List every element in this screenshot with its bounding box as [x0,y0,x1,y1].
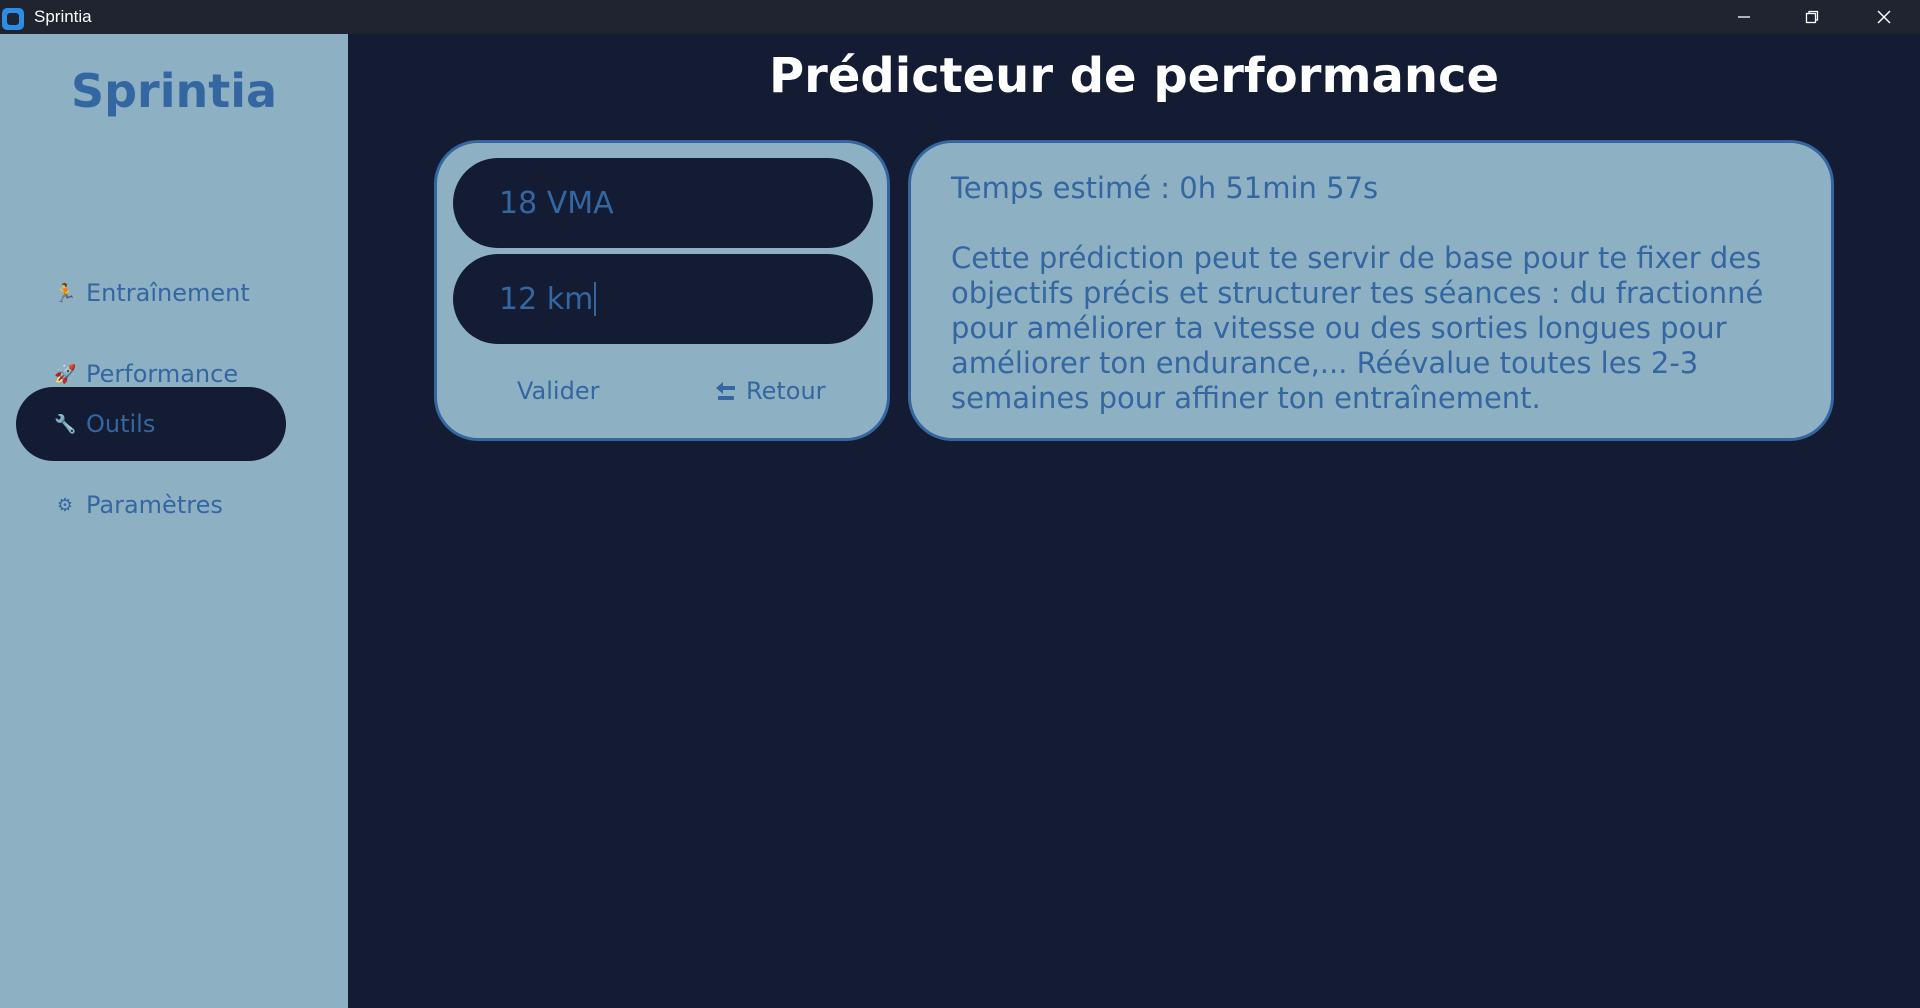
window-titlebar: Sprintia [0,0,1920,34]
sidebar-item-label: Outils [86,410,156,438]
rocket-icon: 🚀 [54,363,77,385]
sidebar-item-label: Paramètres [86,491,223,519]
close-icon [1877,10,1891,24]
advice-text: Cette prédiction peut te servir de base … [951,241,1764,415]
distance-input-value: 12 km [499,281,594,317]
sidebar-item-outils[interactable]: 🔧 Outils [16,387,286,461]
restore-icon [1805,10,1819,24]
minimize-icon [1738,16,1750,18]
text-cursor [594,282,597,316]
sidebar-item-entrainement[interactable]: 🏃 Entraînement [16,256,286,330]
minimize-button[interactable] [1710,0,1778,34]
back-arrow-icon [716,382,735,400]
back-button-label: Retour [746,377,826,405]
gear-icon: ⚙ [56,494,74,516]
vma-input-value: 18 VMA [499,185,614,221]
restore-button[interactable] [1778,0,1846,34]
vma-input[interactable]: 18 VMA [453,158,873,248]
close-button[interactable] [1850,0,1918,34]
estimated-time: Temps estimé : 0h 51min 57s [951,171,1379,205]
window-title: Sprintia [34,7,92,26]
sidebar-item-label: Performance [86,360,239,388]
sidebar-item-label: Entraînement [86,279,250,307]
sidebar-item-parametres[interactable]: ⚙ Paramètres [16,468,286,542]
wrench-icon: 🔧 [54,413,77,435]
prediction-form-card: 18 VMA 12 km Valider Retour [434,140,890,441]
validate-button[interactable]: Valider [517,371,599,411]
prediction-result-card: Temps estimé : 0h 51min 57s Cette prédic… [908,140,1834,441]
app-logo-icon [2,8,24,30]
validate-button-label: Valider [517,377,600,405]
runner-icon: 🏃 [54,282,77,304]
back-button[interactable]: Retour [714,371,826,411]
distance-input[interactable]: 12 km [453,254,873,344]
page-title: Prédicteur de performance [768,48,1500,104]
sidebar: Sprintia 🏃 Entraînement 🚀 Performance 🔧 … [0,34,348,1008]
brand-title: Sprintia [70,64,278,118]
